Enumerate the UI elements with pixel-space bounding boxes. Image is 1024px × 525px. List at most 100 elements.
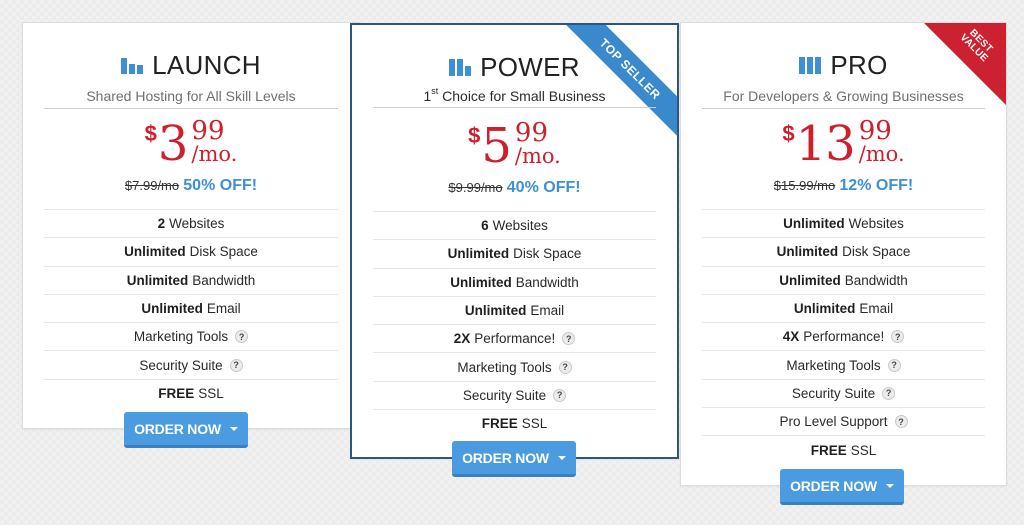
feature-item: Marketing Tools? xyxy=(702,350,985,378)
feature-highlight: 2X xyxy=(453,331,471,347)
original-price: $9.99/mo xyxy=(448,180,503,195)
feature-highlight: Unlimited xyxy=(447,246,510,262)
feature-highlight: Unlimited xyxy=(783,216,845,232)
plan-subtitle: For Developers & Growing Businesses xyxy=(702,88,985,109)
feature-item: Unlimited Bandwidth xyxy=(44,265,338,294)
subtitle-text: Choice for Small Business xyxy=(442,88,606,104)
feature-highlight: 2 xyxy=(157,216,166,232)
price-period: /mo. xyxy=(514,144,561,168)
order-now-button-launch[interactable]: ORDER NOW xyxy=(124,412,248,448)
feature-item: 4X Performance!? xyxy=(702,322,985,350)
plan-card-power: TOP SELLER POWER 1st Choice for Small Bu… xyxy=(350,23,679,459)
order-now-label: ORDER NOW xyxy=(134,420,221,437)
price-cents: 99 xyxy=(858,116,892,146)
bar-chart-ascending-icon xyxy=(121,56,144,74)
feature-item: Unlimited Websites xyxy=(702,209,985,237)
help-icon[interactable]: ? xyxy=(562,332,576,346)
subtitle-ordinal-suffix: st xyxy=(431,86,439,96)
plan-card-pro: BEST VALUE PRO For Developers & Growing … xyxy=(680,22,1007,486)
original-price: $7.99/mo xyxy=(124,178,180,193)
feature-item: Unlimited Email xyxy=(44,293,338,322)
discount-line: $7.99/mo 50% OFF! xyxy=(23,177,359,195)
feature-text: Security Suite xyxy=(462,387,547,403)
price-currency: $ xyxy=(144,121,157,146)
help-icon[interactable]: ? xyxy=(882,386,896,400)
feature-text: Websites xyxy=(169,216,225,232)
plan-title: LAUNCH xyxy=(23,49,359,81)
feature-text: Email xyxy=(859,301,894,317)
help-icon[interactable]: ? xyxy=(229,358,243,372)
help-icon[interactable]: ? xyxy=(235,330,249,344)
feature-list: Unlimited Websites Unlimited Disk Space Unli… xyxy=(702,209,985,464)
feature-text: Bandwidth xyxy=(515,274,579,290)
feature-highlight: FREE xyxy=(481,416,518,432)
feature-highlight: Unlimited xyxy=(126,272,189,288)
feature-highlight: Unlimited xyxy=(124,244,186,260)
feature-text: Disk Space xyxy=(513,246,582,262)
price-cents: 99 xyxy=(191,116,225,146)
help-icon[interactable]: ? xyxy=(553,388,567,402)
plan-subtitle: 1st Choice for Small Business xyxy=(373,86,656,108)
discount-line: $15.99/mo 12% OFF! xyxy=(681,177,1006,195)
feature-text: Websites xyxy=(848,216,904,232)
help-icon[interactable]: ? xyxy=(558,360,572,374)
feature-item: FREE SSL xyxy=(373,409,656,437)
price-currency: $ xyxy=(468,123,481,148)
order-now-label: ORDER NOW xyxy=(790,477,877,494)
feature-highlight: Unlimited xyxy=(450,274,512,290)
order-now-button-power[interactable]: ORDER NOW xyxy=(452,441,576,477)
plan-price: $ 5 99 /mo. xyxy=(352,118,677,174)
feature-item: Marketing Tools? xyxy=(373,352,656,380)
original-price: $15.99/mo xyxy=(773,178,836,193)
feature-item: Marketing Tools? xyxy=(44,322,338,350)
plan-title: PRO xyxy=(681,49,1006,81)
bar-chart-descending-icon xyxy=(449,58,472,76)
feature-text: Websites xyxy=(492,218,548,234)
feature-text: Disk Space xyxy=(189,244,258,260)
plan-subtitle: Shared Hosting for All Skill Levels xyxy=(44,88,338,109)
feature-highlight: Unlimited xyxy=(464,303,527,319)
order-now-label: ORDER NOW xyxy=(462,449,549,466)
help-icon[interactable]: ? xyxy=(887,358,901,372)
feature-item: 6 Websites xyxy=(373,211,656,239)
caret-down-icon xyxy=(229,426,238,431)
price-dollars: 5 xyxy=(481,118,512,174)
price-period: /mo. xyxy=(191,142,238,166)
feature-item: Unlimited Disk Space xyxy=(44,237,338,265)
plan-title: POWER xyxy=(352,51,677,83)
discount-badge: 50% OFF! xyxy=(183,177,258,194)
bar-chart-full-icon xyxy=(799,56,822,74)
price-dollars: 3 xyxy=(157,116,189,172)
price-period: /mo. xyxy=(858,142,905,166)
feature-text: Disk Space xyxy=(842,244,911,260)
help-icon[interactable]: ? xyxy=(891,330,905,344)
feature-item: Unlimited Disk Space xyxy=(373,239,656,267)
feature-item: 2 Websites xyxy=(44,209,338,237)
feature-text: SSL xyxy=(521,416,548,432)
plan-name: LAUNCH xyxy=(152,49,261,80)
feature-item: Pro Level Support? xyxy=(702,407,985,435)
plan-card-launch: LAUNCH Shared Hosting for All Skill Leve… xyxy=(22,22,360,429)
discount-badge: 40% OFF! xyxy=(506,179,581,196)
order-now-button-pro[interactable]: ORDER NOW xyxy=(780,469,904,505)
plan-name: PRO xyxy=(830,49,888,80)
feature-highlight: Unlimited xyxy=(141,301,203,317)
feature-text: Pro Level Support xyxy=(779,414,888,430)
feature-item: Security Suite? xyxy=(373,380,656,409)
feature-text: Performance! xyxy=(474,331,556,347)
feature-text: Marketing Tools xyxy=(457,359,552,375)
feature-highlight: Unlimited xyxy=(776,244,839,260)
feature-text: Email xyxy=(206,301,241,317)
feature-item: Unlimited Email xyxy=(373,295,656,324)
feature-text: Marketing Tools xyxy=(786,357,881,373)
feature-text: Security Suite xyxy=(139,357,223,373)
feature-text: Marketing Tools xyxy=(133,329,229,345)
feature-text: Bandwidth xyxy=(192,272,256,288)
feature-highlight: 4X xyxy=(782,329,800,345)
feature-item: Unlimited Bandwidth xyxy=(373,267,656,296)
help-icon[interactable]: ? xyxy=(894,415,908,429)
caret-down-icon xyxy=(885,483,894,488)
discount-badge: 12% OFF! xyxy=(839,177,914,194)
plan-price: $ 13 99 /mo. xyxy=(681,116,1006,171)
feature-item: Unlimited Disk Space xyxy=(702,237,985,265)
